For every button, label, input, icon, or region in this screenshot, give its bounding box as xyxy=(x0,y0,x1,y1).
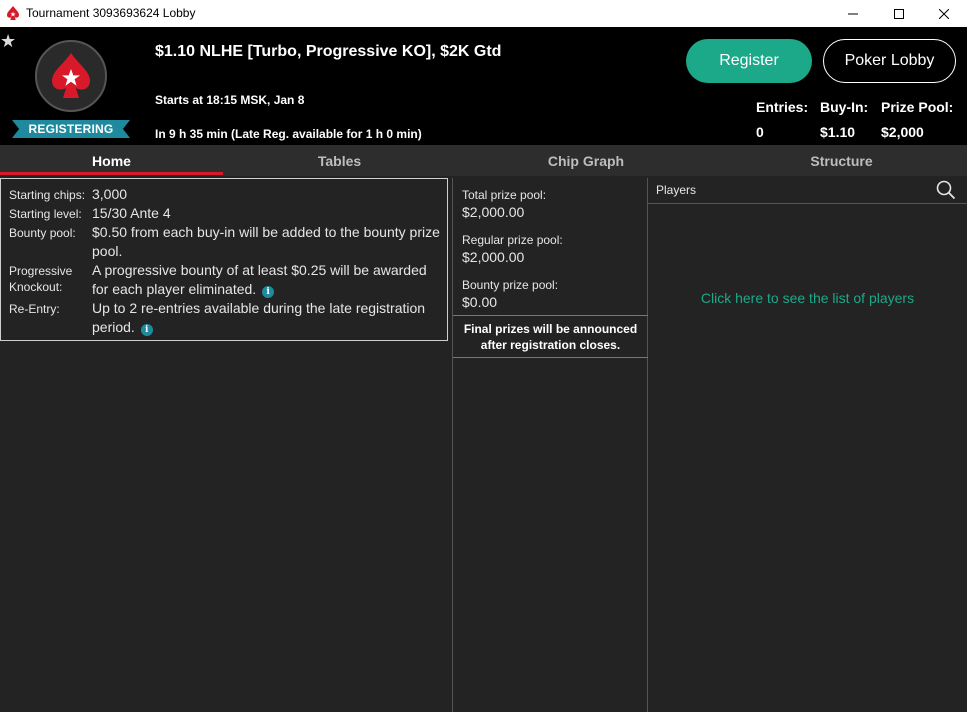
search-icon[interactable] xyxy=(936,180,956,200)
total-prize-pool-value: $2,000.00 xyxy=(462,204,525,220)
reentry-value: Up to 2 re-entries available during the … xyxy=(92,299,444,337)
progressive-knockout-text: A progressive bounty of at least $0.25 w… xyxy=(92,262,427,297)
pokerstars-logo-icon xyxy=(35,40,107,112)
regular-prize-pool-label: Regular prize pool: xyxy=(462,233,563,247)
minimize-icon xyxy=(848,9,858,19)
status-badge: REGISTERING xyxy=(12,120,130,138)
window-title: Tournament 3093693624 Lobby xyxy=(26,6,196,20)
buyin-value: $1.10 xyxy=(820,124,856,140)
players-title: Players xyxy=(656,183,697,197)
start-time: Starts at 18:15 MSK, Jan 8 xyxy=(155,93,305,107)
register-button[interactable]: Register xyxy=(686,39,812,83)
prize-pool-panel: Total prize pool: $2,000.00 Regular priz… xyxy=(452,178,648,712)
tab-tables[interactable]: Tables xyxy=(223,145,456,176)
starting-level-label: Starting level: xyxy=(9,207,82,221)
regular-prize-pool-value: $2,000.00 xyxy=(462,249,525,265)
prize-pool-value: $2,000 xyxy=(881,124,924,140)
starting-chips-value: 3,000 xyxy=(92,186,128,202)
countdown-text: In 9 h 35 min (Late Reg. available for 1… xyxy=(155,127,422,141)
pokerstars-spade-icon xyxy=(5,5,21,21)
poker-lobby-button[interactable]: Poker Lobby xyxy=(823,39,956,83)
tournament-header: ★ REGISTERING $1.10 NLHE [Turbo, Progres… xyxy=(0,27,967,145)
maximize-icon xyxy=(894,8,904,19)
final-prizes-note: Final prizes will be announced after reg… xyxy=(453,315,648,358)
total-prize-pool-label: Total prize pool: xyxy=(462,188,547,202)
tab-bar: Home Tables Chip Graph Structure xyxy=(0,145,967,176)
close-button[interactable] xyxy=(921,0,967,27)
minimize-button[interactable] xyxy=(830,0,876,27)
entries-value: 0 xyxy=(756,124,764,140)
info-icon[interactable]: i xyxy=(140,324,153,336)
tab-structure[interactable]: Structure xyxy=(716,145,967,176)
prize-pool-label: Prize Pool: xyxy=(881,99,954,115)
entries-label: Entries: xyxy=(756,99,809,115)
tab-chip-graph[interactable]: Chip Graph xyxy=(456,145,716,176)
tab-home[interactable]: Home xyxy=(0,145,223,176)
tournament-name: $1.10 NLHE [Turbo, Progressive KO], $2K … xyxy=(155,43,502,60)
window-titlebar: Tournament 3093693624 Lobby xyxy=(0,0,967,27)
bounty-pool-value: $0.50 from each buy-in will be added to … xyxy=(92,224,440,259)
progressive-knockout-value: A progressive bounty of at least $0.25 w… xyxy=(92,261,444,299)
maximize-button[interactable] xyxy=(876,0,922,27)
bounty-prize-pool-value: $0.00 xyxy=(462,294,498,310)
show-players-link[interactable]: Click here to see the list of players xyxy=(648,290,967,306)
starting-chips-label: Starting chips: xyxy=(9,188,86,202)
info-icon[interactable]: i xyxy=(262,286,275,298)
buyin-label: Buy-In: xyxy=(820,99,869,115)
players-header: Players xyxy=(648,178,967,204)
starting-level-value: 15/30 Ante 4 xyxy=(92,205,171,221)
progressive-knockout-label: Progressive Knockout: xyxy=(9,264,73,294)
bounty-prize-pool-label: Bounty prize pool: xyxy=(462,278,559,292)
bounty-pool-label: Bounty pool: xyxy=(9,226,76,240)
reentry-label: Re-Entry: xyxy=(9,302,60,316)
players-panel: Players Click here to see the list of pl… xyxy=(648,178,967,712)
close-icon xyxy=(939,8,949,19)
tournament-logo: REGISTERING xyxy=(12,37,130,141)
tournament-info-panel: Starting chips: 3,000 Starting level: 15… xyxy=(0,178,448,341)
